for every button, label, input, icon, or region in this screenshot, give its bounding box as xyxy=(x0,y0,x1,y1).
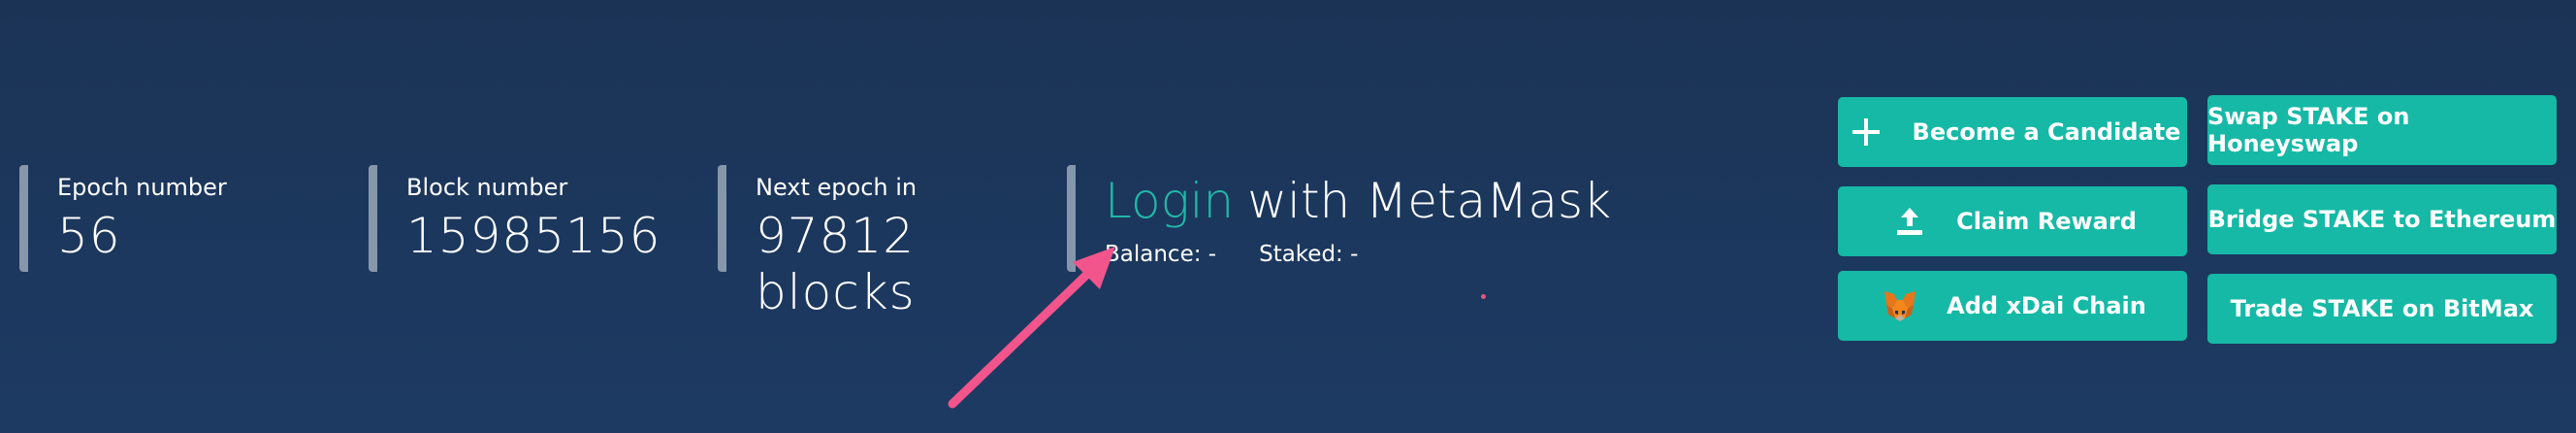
pink-dot-marker xyxy=(1481,294,1486,299)
add-xdai-chain-button[interactable]: Add xDai Chain xyxy=(1838,271,2187,341)
swap-honeyswap-button[interactable]: Swap STAKE on Honeyswap xyxy=(2207,95,2557,165)
epoch-label: Epoch number xyxy=(57,174,227,201)
staked-text: Staked: - xyxy=(1259,242,1359,267)
bridge-ethereum-label: Bridge STAKE to Ethereum xyxy=(2207,206,2557,233)
claim-reward-label: Claim Reward xyxy=(1956,208,2137,235)
epoch-value: 56 xyxy=(57,208,121,264)
block-value: 15985156 xyxy=(406,208,661,264)
swap-honeyswap-label: Swap STAKE on Honeyswap xyxy=(2207,103,2410,157)
claim-reward-button[interactable]: Claim Reward xyxy=(1838,186,2187,256)
epoch-stat: Epoch number 56 xyxy=(19,165,349,272)
bridge-ethereum-button[interactable]: Bridge STAKE to Ethereum xyxy=(2207,184,2557,254)
add-xdai-label: Add xDai Chain xyxy=(1947,292,2146,319)
block-label: Block number xyxy=(406,174,568,201)
become-candidate-label: Become a Candidate xyxy=(1912,118,2181,146)
login-panel: Login with MetaMask Balance: - Staked: - xyxy=(1067,165,1612,272)
upload-icon xyxy=(1888,205,1931,238)
plus-icon xyxy=(1845,117,1887,148)
become-candidate-button[interactable]: Become a Candidate xyxy=(1838,97,2187,167)
next-epoch-label: Next epoch in xyxy=(756,174,918,201)
trade-bitmax-button[interactable]: Trade STAKE on BitMax xyxy=(2207,274,2557,344)
login-heading: Login with MetaMask xyxy=(1105,173,1612,229)
block-stat: Block number 15985156 xyxy=(369,165,708,272)
annotation-arrow xyxy=(948,247,1115,409)
trade-bitmax-label: Trade STAKE on BitMax xyxy=(2230,295,2534,322)
account-summary: Balance: - Staked: - xyxy=(1105,241,1610,268)
login-method-text: with MetaMask xyxy=(1247,173,1612,229)
login-link[interactable]: Login xyxy=(1105,173,1234,229)
metamask-fox-icon xyxy=(1879,289,1921,322)
